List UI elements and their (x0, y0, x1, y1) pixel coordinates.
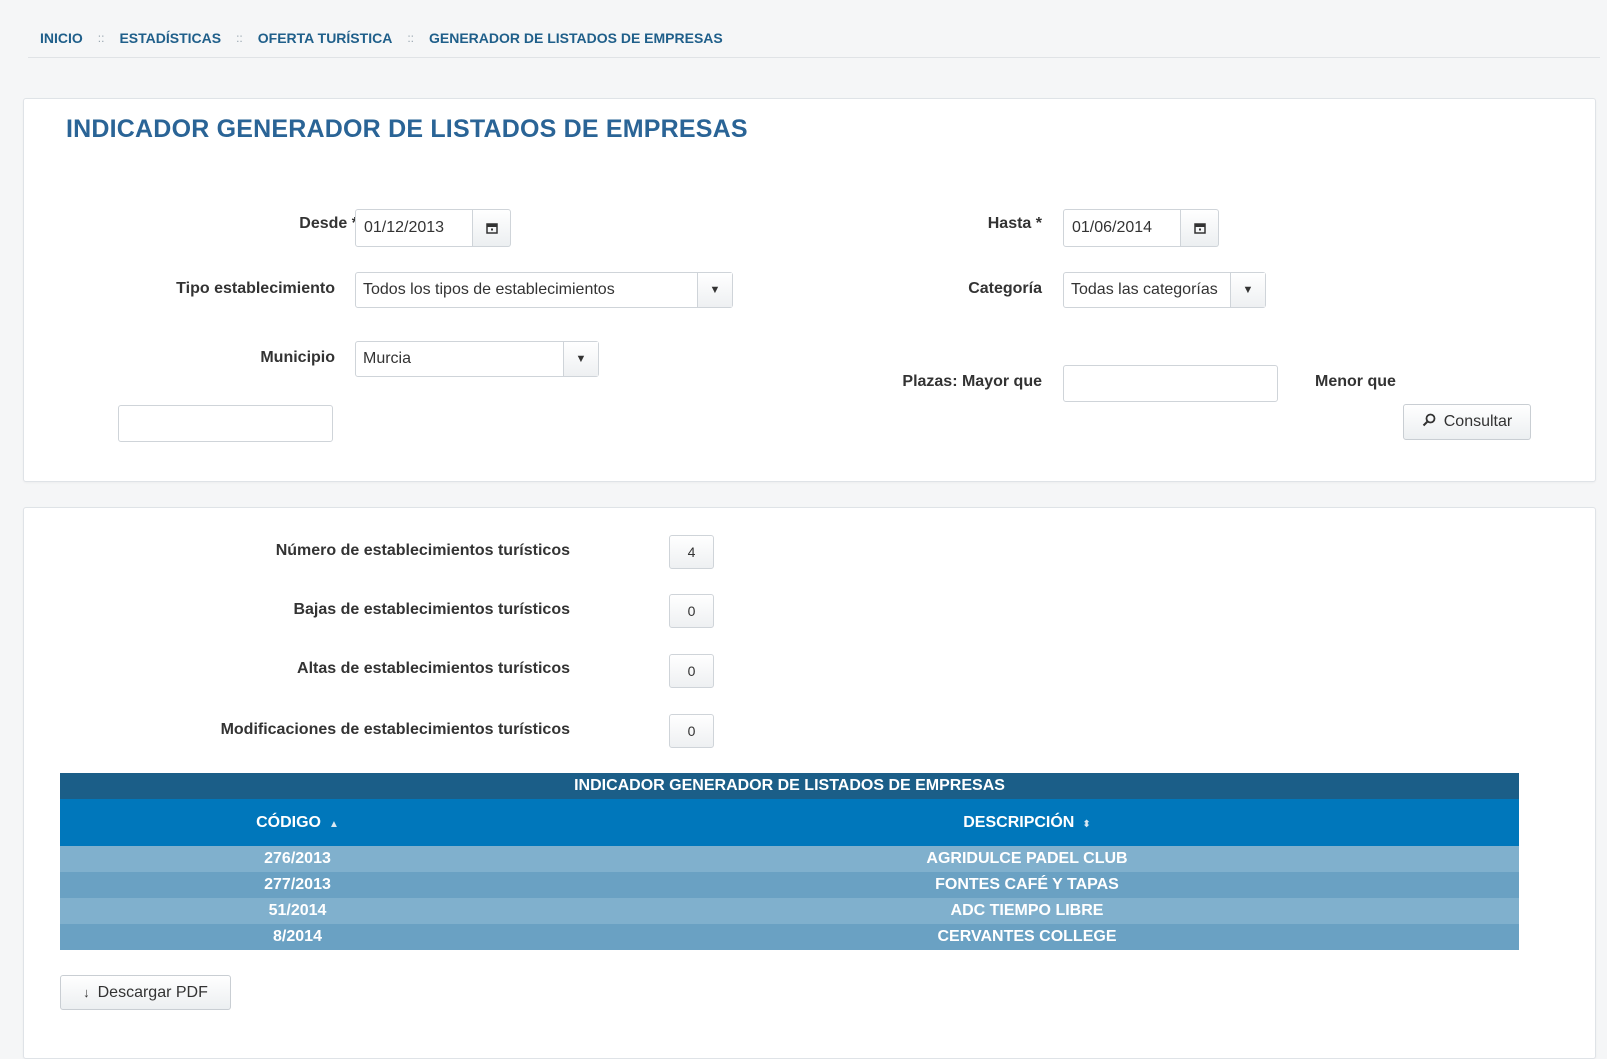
caret-down-icon: ▼ (1230, 273, 1265, 307)
stat-label-bajas: Bajas de establecimientos turísticos (293, 601, 570, 618)
plazas-menor-input[interactable] (118, 405, 333, 442)
column-header-descripcion[interactable]: DESCRIPCIÓN ⬍ (535, 814, 1519, 832)
plazas-menor-label: Menor que (1315, 373, 1396, 390)
calendar-icon[interactable] (1181, 209, 1219, 247)
breadcrumb: INICIO :: ESTADÍSTICAS :: OFERTA TURÍSTI… (40, 30, 1597, 46)
column-header-descripcion-label: DESCRIPCIÓN (963, 813, 1075, 831)
categoria-select[interactable]: Todas las categorías ▼ (1063, 272, 1266, 308)
table-row[interactable]: 276/2013 AGRIDULCE PADEL CLUB (60, 846, 1519, 872)
desde-label: Desde * (299, 215, 358, 232)
cell-codigo: 276/2013 (264, 850, 331, 867)
breadcrumb-separator: :: (407, 31, 414, 45)
table-row[interactable]: 277/2013 FONTES CAFÉ Y TAPAS (60, 872, 1519, 898)
hasta-label: Hasta * (987, 215, 1042, 232)
breadcrumb-inicio[interactable]: INICIO (40, 30, 83, 46)
column-header-codigo-label: CÓDIGO (256, 813, 321, 831)
table-row[interactable]: 51/2014 ADC TIEMPO LIBRE (60, 898, 1519, 924)
page-title: INDICADOR GENERADOR DE LISTADOS DE EMPRE… (66, 115, 748, 143)
cell-descripcion: CERVANTES COLLEGE (937, 928, 1117, 945)
stat-label-modificaciones: Modificaciones de establecimientos turís… (220, 721, 570, 738)
tipo-establecimiento-select[interactable]: Todos los tipos de establecimientos ▼ (355, 272, 733, 308)
categoria-value: Todas las categorías (1071, 281, 1218, 298)
municipio-value: Murcia (363, 350, 412, 367)
stat-value-bajas: 0 (669, 594, 714, 628)
plazas-mayor-input[interactable] (1063, 365, 1278, 402)
results-table: INDICADOR GENERADOR DE LISTADOS DE EMPRE… (60, 773, 1519, 950)
stat-label-numero: Número de establecimientos turísticos (275, 542, 570, 559)
sort-both-icon: ⬍ (1082, 818, 1091, 830)
desde-date-picker: 01/12/2013 (355, 209, 511, 247)
hasta-input[interactable]: 01/06/2014 (1063, 209, 1181, 247)
cell-codigo: 51/2014 (268, 902, 327, 919)
breadcrumb-oferta-turistica[interactable]: OFERTA TURÍSTICA (258, 30, 393, 46)
stat-label-altas: Altas de establecimientos turísticos (297, 660, 570, 677)
cell-descripcion: FONTES CAFÉ Y TAPAS (935, 876, 1119, 893)
stat-value-altas: 0 (669, 654, 714, 688)
download-icon: ↓ (83, 985, 90, 1000)
search-icon (1422, 413, 1436, 432)
plazas-mayor-label: Plazas: Mayor que (902, 373, 1042, 390)
municipio-label: Municipio (260, 349, 335, 366)
hasta-date-picker: 01/06/2014 (1063, 209, 1219, 247)
table-body: 276/2013 AGRIDULCE PADEL CLUB 277/2013 F… (60, 846, 1519, 950)
calendar-icon[interactable] (473, 209, 511, 247)
cell-codigo: 277/2013 (264, 876, 331, 893)
sort-asc-icon: ▲ (328, 818, 339, 830)
breadcrumb-generador[interactable]: GENERADOR DE LISTADOS DE EMPRESAS (429, 30, 723, 46)
breadcrumb-estadisticas[interactable]: ESTADÍSTICAS (119, 30, 221, 46)
column-header-codigo[interactable]: CÓDIGO ▲ (60, 814, 535, 832)
breadcrumb-separator: :: (236, 31, 243, 45)
table-caption: INDICADOR GENERADOR DE LISTADOS DE EMPRE… (60, 773, 1519, 799)
municipio-select[interactable]: Murcia ▼ (355, 341, 599, 377)
table-header: CÓDIGO ▲ DESCRIPCIÓN ⬍ (60, 799, 1519, 846)
tipo-establecimiento-value: Todos los tipos de establecimientos (363, 281, 615, 298)
consultar-label: Consultar (1443, 413, 1513, 430)
download-pdf-button[interactable]: ↓ Descargar PDF (60, 975, 231, 1010)
desde-input[interactable]: 01/12/2013 (355, 209, 473, 247)
caret-down-icon: ▼ (697, 273, 732, 307)
stat-value-modificaciones: 0 (669, 714, 714, 748)
table-row[interactable]: 8/2014 CERVANTES COLLEGE (60, 924, 1519, 950)
breadcrumb-separator: :: (97, 31, 105, 45)
cell-codigo: 8/2014 (273, 928, 322, 945)
breadcrumb-divider (28, 57, 1600, 58)
cell-descripcion: ADC TIEMPO LIBRE (950, 902, 1104, 919)
stat-value-numero: 4 (669, 535, 714, 569)
consultar-button[interactable]: Consultar (1403, 404, 1531, 440)
categoria-label: Categoría (968, 280, 1042, 297)
tipo-establecimiento-label: Tipo establecimiento (176, 280, 335, 297)
filter-panel: INDICADOR GENERADOR DE LISTADOS DE EMPRE… (23, 98, 1596, 482)
caret-down-icon: ▼ (563, 342, 598, 376)
results-panel: Número de establecimientos turísticos 4 … (23, 507, 1596, 1059)
cell-descripcion: AGRIDULCE PADEL CLUB (926, 850, 1128, 867)
download-pdf-label: Descargar PDF (97, 983, 208, 1001)
